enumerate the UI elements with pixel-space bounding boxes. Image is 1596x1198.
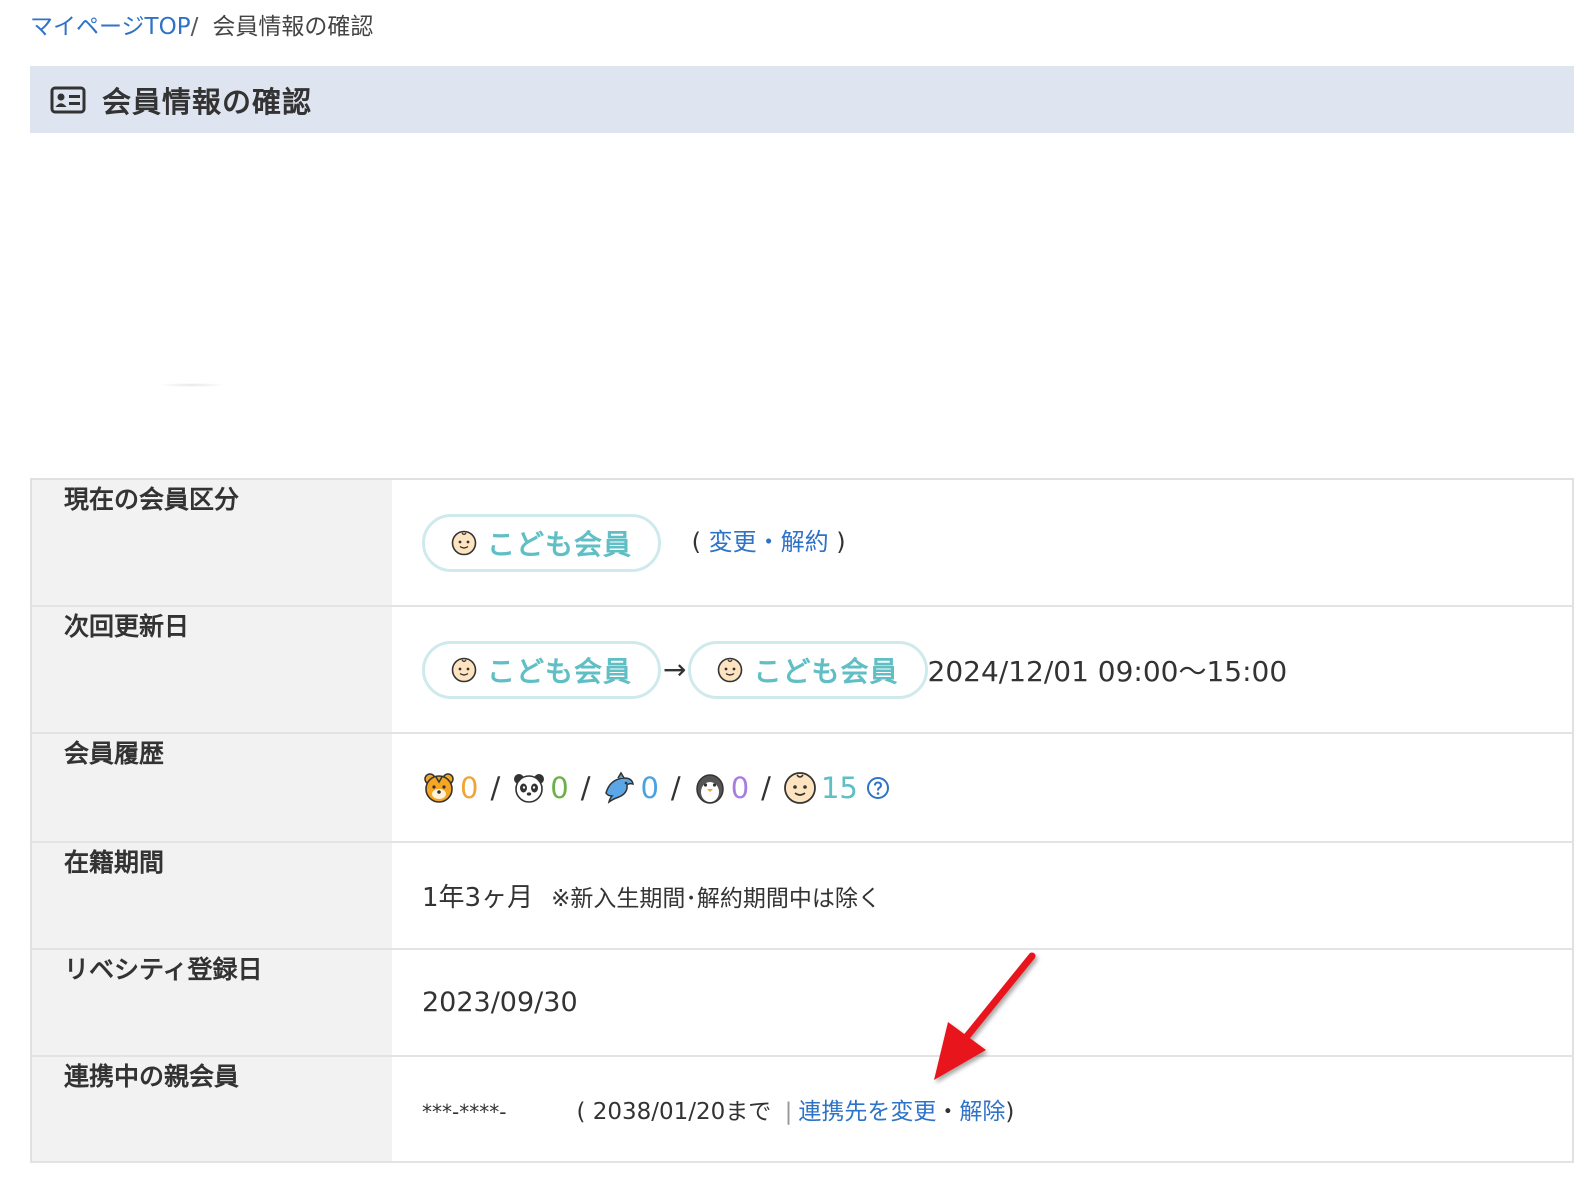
baby-face-icon	[451, 657, 477, 682]
panda-icon	[514, 773, 545, 803]
history-label: 会員履歴	[31, 733, 392, 842]
baby-face-icon	[784, 771, 816, 804]
renewal-datetime: 2024/12/01 09:00〜15:00	[927, 654, 1288, 688]
history-count-panda: 0	[550, 770, 569, 805]
parent-masked-id: ***-****-	[422, 1100, 507, 1124]
baby-face-icon	[718, 657, 743, 682]
dot-separator: ・	[756, 528, 781, 556]
history-count-dolphin: 0	[640, 770, 659, 805]
question-circle-icon[interactable]	[866, 776, 890, 800]
row-parent: 連携中の親会員 ***-****- ( 2038/01/20まで | 連携先を変更・…	[31, 1056, 1573, 1162]
id-card-icon	[50, 86, 86, 113]
faint-mark	[158, 383, 226, 387]
history-counts: 0 / 0 / 0 / 0 / 15	[422, 771, 1572, 805]
breadcrumb: マイページTOP/ 会員情報の確認	[30, 10, 373, 44]
row-renewal: 次回更新日 こども会員 → こども会員 2024/12/01 09:00〜15:…	[31, 606, 1573, 733]
history-separator: /	[761, 770, 771, 805]
paren-open: (	[691, 528, 701, 556]
penguin-icon	[695, 773, 724, 804]
membership-badge: こども会員	[422, 513, 662, 572]
baby-face-icon	[451, 530, 477, 555]
paren-close: )	[836, 528, 846, 556]
registered-label: リベシティ登録日	[31, 949, 392, 1056]
renewal-from-badge: こども会員	[422, 640, 662, 699]
page-title: 会員情報の確認	[102, 84, 313, 119]
release-parent-link[interactable]: 解除	[959, 1099, 1005, 1125]
annotation-arrow-icon	[934, 952, 1036, 1080]
blank-content-area	[30, 133, 1574, 478]
dolphin-icon	[605, 771, 635, 804]
bar-separator: |	[784, 1099, 793, 1125]
breadcrumb-separator: /	[190, 14, 199, 40]
membership-actions: ( 変更・解約 )	[692, 528, 846, 556]
history-count-tiger: 0	[460, 770, 479, 805]
membership-label: 現在の会員区分	[31, 479, 392, 606]
renewal-to-badge: こども会員	[688, 640, 928, 699]
parent-label: 連携中の親会員	[31, 1056, 392, 1162]
period-value-cell: 1年3ヶ月 ※新入生期間･解約期間中は除く	[392, 842, 1573, 949]
renewal-to-text: こども会員	[753, 654, 899, 688]
membership-value: こども会員 ( 変更・解約 )	[392, 479, 1573, 606]
parent-link-info: ( 2038/01/20まで | 連携先を変更・解除)	[576, 1099, 1014, 1125]
renewal-arrow: →	[663, 653, 687, 686]
paren-close: )	[1005, 1099, 1015, 1125]
history-count-penguin: 0	[730, 770, 750, 805]
history-separator: /	[580, 770, 591, 805]
tiger-icon	[424, 772, 454, 803]
renewal-label: 次回更新日	[31, 606, 392, 733]
change-membership-link[interactable]: 変更	[709, 528, 757, 556]
history-count-child: 15	[820, 770, 858, 805]
member-info-table: 現在の会員区分 こども会員 ( 変更・解約 ) 次回更新日 こども会員 → こど…	[30, 478, 1574, 1163]
history-separator: /	[670, 770, 681, 805]
row-period: 在籍期間 1年3ヶ月 ※新入生期間･解約期間中は除く	[31, 842, 1573, 949]
membership-badge-text: こども会員	[487, 527, 633, 561]
change-parent-link[interactable]: 連携先を変更	[798, 1099, 936, 1125]
cancel-membership-link[interactable]: 解約	[781, 528, 829, 556]
breadcrumb-current: 会員情報の確認	[212, 14, 374, 40]
row-registered: リベシティ登録日 2023/09/30	[31, 949, 1573, 1056]
row-history: 会員履歴 0 / 0 / 0 / 0 / 15	[31, 733, 1573, 842]
history-value: 0 / 0 / 0 / 0 / 15	[392, 733, 1573, 842]
period-value: 1年3ヶ月	[422, 883, 534, 913]
history-separator: /	[490, 770, 501, 805]
row-membership: 現在の会員区分 こども会員 ( 変更・解約 )	[31, 479, 1573, 606]
renewal-value: こども会員 → こども会員 2024/12/01 09:00〜15:00	[392, 606, 1573, 733]
parent-until: ( 2038/01/20まで	[576, 1099, 772, 1125]
page-header: 会員情報の確認	[30, 66, 1574, 133]
breadcrumb-mypage-top-link[interactable]: マイページTOP	[30, 14, 191, 40]
period-label: 在籍期間	[31, 842, 392, 949]
dot-separator: ・	[936, 1099, 960, 1125]
renewal-from-text: こども会員	[487, 654, 633, 688]
period-note: ※新入生期間･解約期間中は除く	[551, 886, 881, 912]
